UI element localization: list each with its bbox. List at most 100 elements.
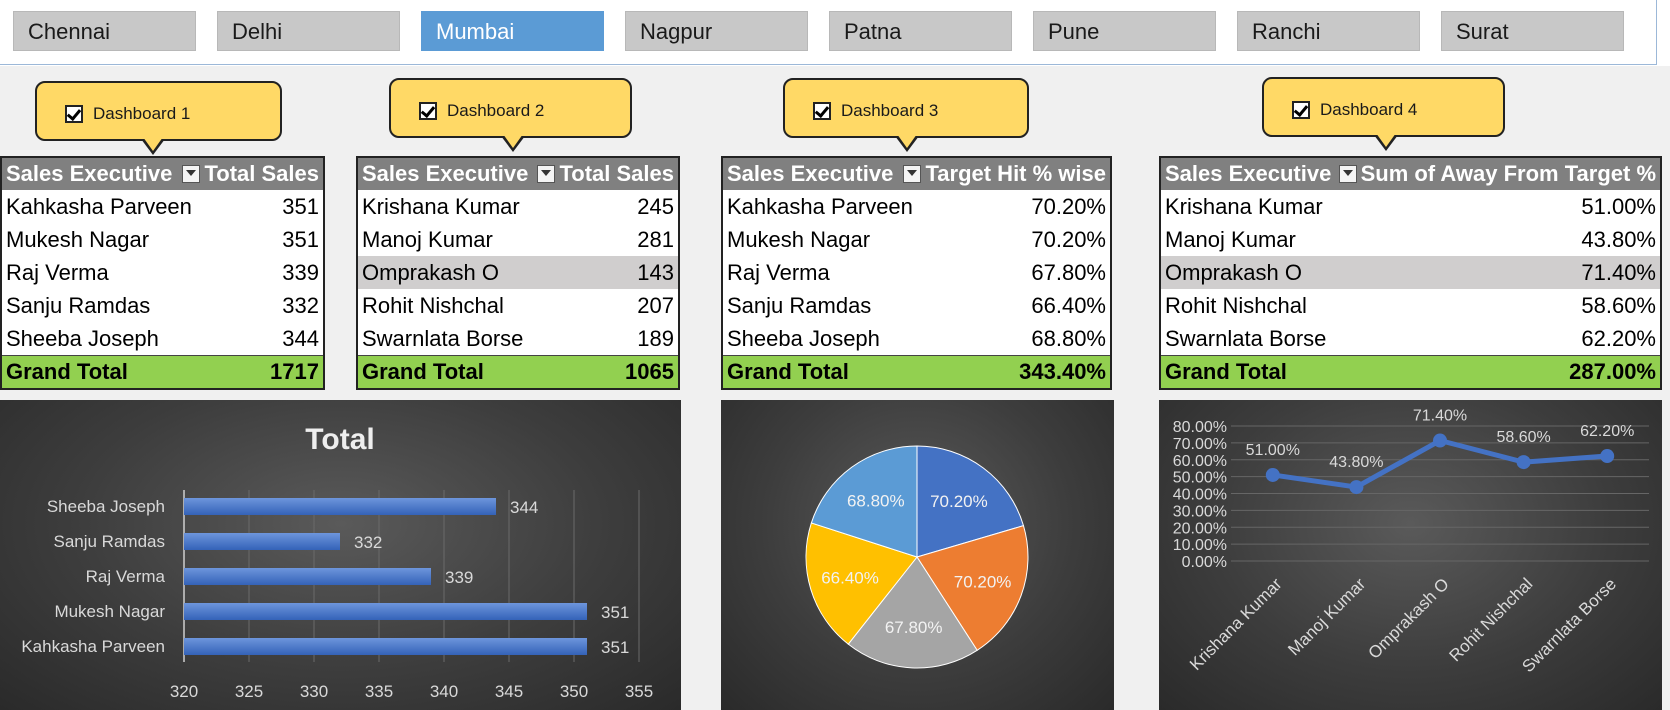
row-name: Rohit Nishchal [1165, 292, 1307, 318]
grand-total-label: Grand Total [362, 359, 484, 384]
row-value: 351 [282, 193, 319, 219]
table-row[interactable]: Manoj Kumar 43.80% [1161, 223, 1660, 256]
pivot-table-away-from-target[interactable]: Sales Executive Sum of Away From Target %… [1159, 156, 1662, 390]
pivot-table-total-sales-2[interactable]: Sales Executive Total Sales Krishana Kumar… [356, 156, 680, 390]
dashboard-label: Dashboard 3 [841, 101, 939, 120]
x-tick-label: 330 [300, 682, 328, 701]
dashboard-2-callout[interactable]: Dashboard 2 [389, 78, 632, 152]
table-row[interactable]: Rohit Nishchal 207 [358, 289, 678, 322]
table-row[interactable]: Omprakash O 71.40% [1161, 256, 1660, 289]
row-name: Kahkasha Parveen [727, 193, 913, 219]
checkbox-checked-icon[interactable] [419, 102, 437, 120]
table-row[interactable]: Omprakash O 143 [358, 256, 678, 289]
row-name: Manoj Kumar [1165, 226, 1296, 252]
table-row[interactable]: Sheeba Joseph 68.80% [723, 322, 1110, 355]
bar-chart-total[interactable]: Total 320 325 330 335 340 345 350 355 Sheeba Jose… [0, 400, 681, 710]
row-value: 70.20% [1031, 226, 1106, 252]
y-tick-label: 80.00% [1173, 419, 1227, 436]
row-value: 58.60% [1581, 292, 1656, 318]
row-value: 339 [282, 259, 319, 285]
bar-value-label: 339 [445, 568, 473, 587]
header-sales-executive: Sales Executive [6, 161, 173, 186]
pie-data-label: 70.20% [930, 492, 988, 511]
row-name: Swarnlata Borse [1165, 325, 1327, 351]
table-row[interactable]: Rohit Nishchal 58.60% [1161, 289, 1660, 322]
checkbox-checked-icon[interactable] [1292, 101, 1310, 119]
data-point [1600, 449, 1615, 464]
category-label: Mukesh Nagar [54, 602, 165, 621]
city-button-chennai[interactable]: Chennai [13, 11, 196, 51]
dashboard-1-callout[interactable]: Dashboard 1 [35, 81, 282, 155]
table-row[interactable]: Mukesh Nagar 351 [2, 223, 323, 256]
pivot-table-target-hit[interactable]: Sales Executive Target Hit % wise Kahkasha… [721, 156, 1112, 390]
dashboard-4-callout[interactable]: Dashboard 4 [1262, 77, 1505, 151]
row-name: Kahkasha Parveen [6, 193, 192, 219]
table-row[interactable]: Mukesh Nagar 70.20% [723, 223, 1110, 256]
grand-total-value: 287.00% [1569, 359, 1656, 384]
city-button-nagpur[interactable]: Nagpur [625, 11, 808, 51]
filter-dropdown-icon[interactable] [903, 165, 922, 183]
row-value: 70.20% [1031, 193, 1106, 219]
filter-dropdown-icon[interactable] [182, 165, 201, 183]
city-button-patna[interactable]: Patna [829, 11, 1012, 51]
pivot-header: Sales Executive Target Hit % wise [723, 158, 1110, 190]
grand-total-row: Grand Total 1065 [358, 355, 678, 388]
row-value: 245 [637, 193, 674, 219]
line-data-label: 58.60% [1496, 429, 1550, 446]
line-data-label: 51.00% [1246, 442, 1300, 459]
filter-dropdown-icon[interactable] [1338, 165, 1357, 183]
dashboard-label: Dashboard 4 [1320, 100, 1418, 119]
dashboard-label: Dashboard 2 [447, 101, 545, 120]
table-row[interactable]: Raj Verma 67.80% [723, 256, 1110, 289]
x-tick-label: 325 [235, 682, 263, 701]
grand-total-row: Grand Total 287.00% [1161, 355, 1660, 388]
row-value: 344 [282, 325, 319, 351]
table-row[interactable]: Sanju Ramdas 66.40% [723, 289, 1110, 322]
row-value: 67.80% [1031, 259, 1106, 285]
data-point [1433, 433, 1447, 448]
row-name: Swarnlata Borse [362, 325, 524, 351]
row-value: 143 [637, 259, 674, 285]
checkbox-checked-icon[interactable] [813, 102, 831, 120]
header-sales-executive: Sales Executive [362, 161, 529, 186]
row-value: 43.80% [1581, 226, 1656, 252]
table-row[interactable]: Sanju Ramdas 332 [2, 289, 323, 322]
table-row[interactable]: Kahkasha Parveen 351 [2, 190, 323, 223]
line-chart-away-from-target[interactable]: 0.00% 10.00% 20.00% 30.00% 40.00% 50.00% 60.00… [1159, 400, 1662, 710]
row-name: Sheeba Joseph [6, 325, 159, 351]
city-button-surat[interactable]: Surat [1441, 11, 1624, 51]
table-row[interactable]: Raj Verma 339 [2, 256, 323, 289]
pie-chart-target-hit[interactable]: 70.20% 70.20% 67.80% 66.40% 68.80% [721, 400, 1114, 710]
dashboard-label: Dashboard 1 [93, 104, 191, 123]
dashboard-3-callout[interactable]: Dashboard 3 [783, 78, 1029, 152]
bar [184, 498, 496, 515]
line-chart-svg: 0.00%10.00%20.00%30.00%40.00%50.00%60.00… [1173, 408, 1649, 676]
table-row[interactable]: Swarnlata Borse 189 [358, 322, 678, 355]
checkbox-checked-icon[interactable] [65, 105, 83, 123]
row-name: Sanju Ramdas [727, 292, 872, 318]
city-button-mumbai[interactable]: Mumbai [421, 11, 604, 51]
x-tick-label: 335 [365, 682, 393, 701]
pivot-table-total-sales-1[interactable]: Sales Executive Total Sales Kahkasha Parve… [0, 156, 325, 390]
table-row[interactable]: Krishana Kumar 245 [358, 190, 678, 223]
city-button-pune[interactable]: Pune [1033, 11, 1216, 51]
y-tick-label: 20.00% [1173, 520, 1227, 537]
table-row[interactable]: Manoj Kumar 281 [358, 223, 678, 256]
city-button-delhi[interactable]: Delhi [217, 11, 400, 51]
city-button-ranchi[interactable]: Ranchi [1237, 11, 1420, 51]
row-name: Mukesh Nagar [6, 226, 150, 252]
x-category-label: Rohit Nishchal [1445, 574, 1536, 665]
table-row[interactable]: Swarnlata Borse 62.20% [1161, 322, 1660, 355]
category-label: Raj Verma [86, 567, 166, 586]
row-value: 351 [282, 226, 319, 252]
table-row[interactable]: Sheeba Joseph 344 [2, 322, 323, 355]
table-row[interactable]: Kahkasha Parveen 70.20% [723, 190, 1110, 223]
line-data-label: 43.80% [1329, 454, 1383, 471]
row-name: Manoj Kumar [362, 226, 493, 252]
grand-total-label: Grand Total [6, 359, 128, 384]
y-tick-label: 40.00% [1173, 487, 1227, 504]
table-row[interactable]: Krishana Kumar 51.00% [1161, 190, 1660, 223]
row-value: 51.00% [1581, 193, 1656, 219]
filter-dropdown-icon[interactable] [537, 165, 556, 183]
header-value: Sum of Away From Target % [1360, 161, 1656, 186]
